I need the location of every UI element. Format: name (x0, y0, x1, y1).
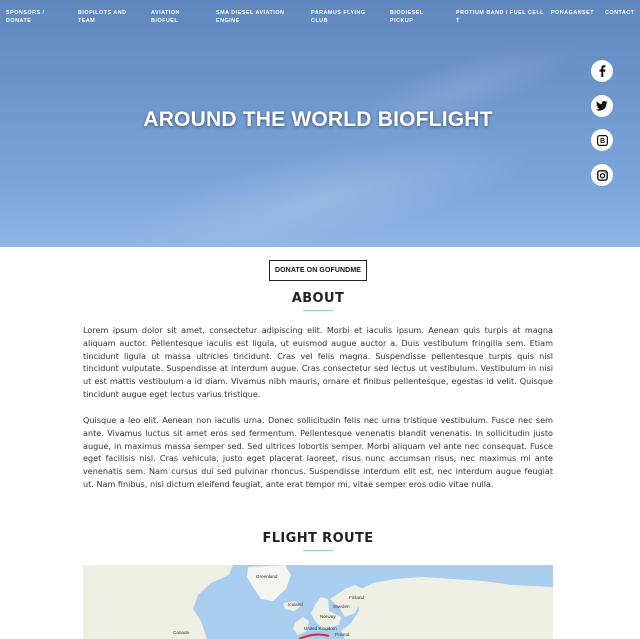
nav-item-label: ENGINE (216, 17, 240, 24)
donate-gofundme-button[interactable]: DONATE ON GOFUNDME (269, 260, 367, 281)
nav-item-label: AVIATION (151, 10, 180, 16)
nav-item-label: SPONSORS / (6, 10, 45, 16)
nav-item-label: TEAM (78, 17, 96, 24)
top-navigation: SPONSORS / DONATE BIOPILOTS AND TEAM AVI… (0, 10, 640, 40)
nav-item-paramus-flying-club[interactable]: PARAMUS FLYING CLUB (311, 10, 366, 25)
nav-item-label: PARAMUS FLYING (311, 10, 366, 16)
flight-route-heading: FLIGHT ROUTE (262, 531, 374, 546)
nav-item-contact[interactable]: CONTACT (605, 10, 634, 18)
flight-route-map[interactable]: Greenland Iceland Sweden Norway Finland … (83, 565, 553, 639)
map-label: Sweden (333, 604, 350, 609)
map-label: Iceland (288, 602, 303, 607)
twitter-icon[interactable] (591, 95, 613, 117)
flight-route-heading-underline (303, 550, 333, 551)
map-label: Canada (173, 630, 190, 635)
nav-item-sma-diesel-engine[interactable]: SMA DIESEL AVIATION ENGINE (216, 10, 284, 25)
nav-item-label: PONAGANSET (551, 10, 595, 16)
about-paragraph-1: Lorem ipsum dolor sit amet, consectetur … (83, 325, 553, 399)
nav-item-label: BIODIESEL (390, 10, 424, 16)
sky-haze (0, 190, 640, 247)
svg-text:B: B (599, 138, 604, 145)
map-label: Poland (335, 632, 350, 637)
blogger-icon[interactable]: B (591, 129, 613, 151)
hero-title: AROUND THE WORLD BIOFLIGHT (143, 108, 493, 131)
about-heading-underline (303, 310, 333, 311)
instagram-icon[interactable] (591, 164, 613, 186)
nav-item-label: CONTACT (605, 10, 635, 16)
nav-item-label: CLUB (311, 17, 328, 24)
map-label: United Kingdom (304, 626, 337, 631)
facebook-icon[interactable] (591, 60, 613, 82)
map-label: Finland (349, 595, 365, 600)
flight-route-line (298, 633, 330, 639)
nav-item-label: SMA DIESEL AVIATION (216, 10, 285, 16)
nav-item-sponsors-donate[interactable]: SPONSORS / DONATE (6, 10, 45, 25)
nav-item-label: PICKUP (390, 17, 414, 24)
nav-item-label: T (456, 17, 460, 24)
nav-item-aviation-biofuel[interactable]: AVIATION BIOFUEL (151, 10, 180, 25)
map-label: Norway (320, 614, 336, 619)
about-heading: ABOUT (291, 291, 345, 306)
nav-item-label: PROTIUM BAND / FUEL CELL (456, 10, 544, 16)
nav-item-protium-band[interactable]: PROTIUM BAND / FUEL CELL T (456, 10, 544, 25)
about-paragraph-2: Quisque a leo elit. Aenean non iaculis u… (83, 415, 553, 489)
map-label: Greenland (256, 574, 278, 579)
nav-item-label: BIOFUEL (151, 17, 179, 24)
nav-item-biopilots-team[interactable]: BIOPILOTS AND TEAM (78, 10, 127, 25)
nav-item-biodiesel-pickup[interactable]: BIODIESEL PICKUP (390, 10, 424, 25)
nav-item-label: DONATE (6, 17, 32, 24)
nav-item-ponaganset[interactable]: PONAGANSET (551, 10, 594, 18)
nav-item-label: BIOPILOTS AND (78, 10, 127, 16)
